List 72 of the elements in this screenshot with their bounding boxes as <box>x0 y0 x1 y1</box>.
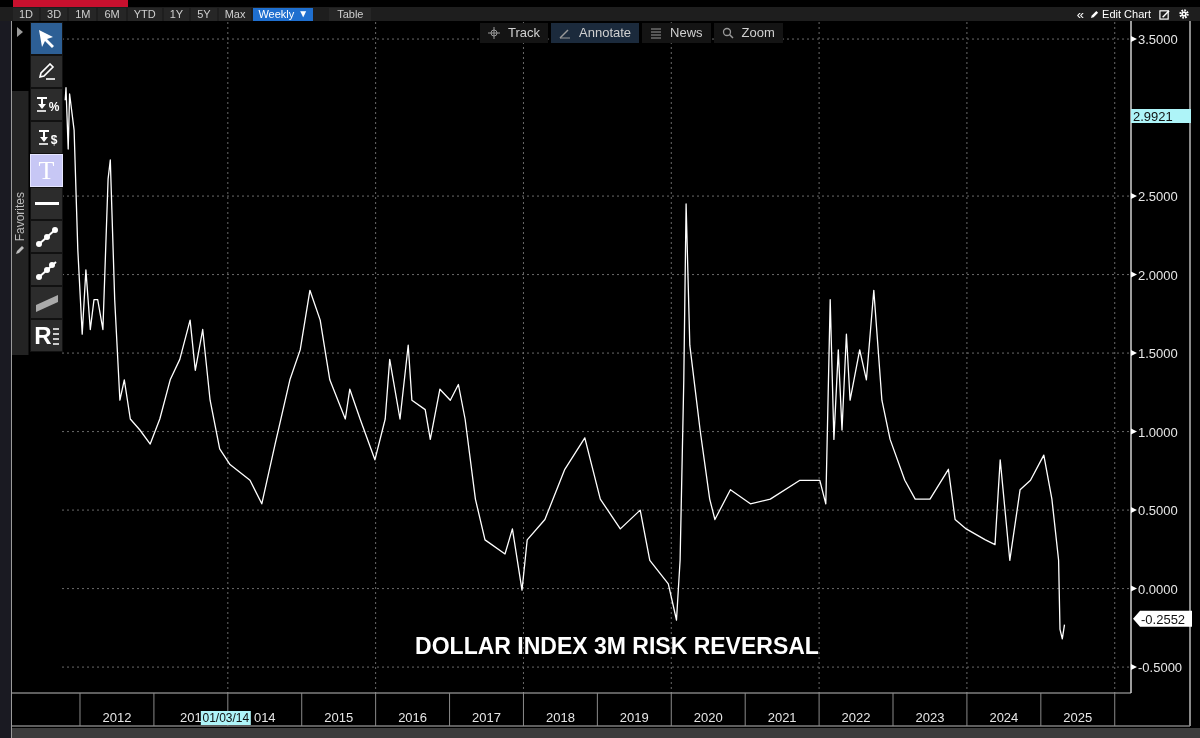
drawing-tool[interactable]: R <box>31 320 62 351</box>
range-button[interactable]: 5Y <box>191 7 217 21</box>
drawing-tool[interactable] <box>31 23 62 54</box>
pencil-icon <box>16 245 24 254</box>
pencil-icon <box>36 62 57 81</box>
drawing-tool[interactable] <box>31 56 62 87</box>
axis-label: 2018 <box>545 710 575 725</box>
tool-glyph: $ <box>50 134 58 146</box>
collapse-button[interactable]: « <box>1076 7 1085 21</box>
tool-glyph: % <box>48 101 60 113</box>
settings-icon[interactable] <box>1178 8 1190 20</box>
range-button[interactable]: 1Y <box>163 7 190 21</box>
edit-chart-button[interactable]: Edit Chart <box>1090 8 1151 20</box>
drawing-tool[interactable]: $ <box>31 122 62 153</box>
trend-line-icon <box>34 225 59 248</box>
axis-label: 2023 <box>915 710 945 725</box>
axis-label: 2019 <box>619 710 649 725</box>
range-button[interactable]: 1M <box>69 7 97 21</box>
axis-label: 201 <box>180 710 202 725</box>
horizontal-line-icon <box>34 201 59 206</box>
axis-label: 2021 <box>767 710 797 725</box>
axis-label: 2016 <box>398 710 428 725</box>
chart-edit-icon[interactable] <box>1159 8 1170 20</box>
drawing-tool[interactable] <box>31 287 62 318</box>
range-button[interactable]: YTD <box>127 7 162 21</box>
frequency-dropdown[interactable]: Weekly ▼ <box>253 7 314 21</box>
axis-label: 2020 <box>693 710 723 725</box>
mode-button[interactable]: Annotate <box>551 23 640 43</box>
axis-label: 014 <box>253 710 276 725</box>
axis-label: 2025 <box>1063 710 1093 725</box>
axis-label: 2.5000 <box>1138 189 1178 205</box>
expand-arrow-icon[interactable] <box>17 27 23 37</box>
axis-label: 2015 <box>324 710 354 725</box>
caret-icon: ▼ <box>298 9 309 19</box>
drawing-tool[interactable] <box>31 254 62 285</box>
axis-label: -0.5000 <box>1138 660 1183 676</box>
text-tool-glyph: T <box>38 157 55 184</box>
chart-title: DOLLAR INDEX 3M RISK REVERSAL <box>415 633 819 659</box>
drawing-tool[interactable]: % <box>31 89 62 120</box>
pencil-icon <box>559 27 572 39</box>
tool-glyph: R <box>34 323 52 348</box>
lines-icon <box>52 326 59 345</box>
crosshair-icon <box>488 27 500 39</box>
drawing-tool[interactable] <box>31 188 62 219</box>
range-button[interactable]: 6M <box>98 7 126 21</box>
value-tag: -0.2552 <box>1133 610 1192 627</box>
range-button[interactable]: Max <box>218 7 252 21</box>
trend-line-icon <box>34 258 59 281</box>
axis-label: 2024 <box>989 710 1019 725</box>
value-tag: 2.9921 <box>1131 109 1191 124</box>
axis-label: 2022 <box>841 710 871 725</box>
table-button[interactable]: Table <box>329 7 372 21</box>
axis-label: 0.5000 <box>1138 503 1178 519</box>
axis-label: 1.5000 <box>1138 346 1178 362</box>
favorites-tab[interactable]: Favorites <box>12 91 29 355</box>
list-icon <box>650 27 663 39</box>
axis-label: 1.0000 <box>1138 424 1178 440</box>
mode-button[interactable]: Zoom <box>713 23 783 43</box>
pencil-icon <box>1090 9 1100 19</box>
axis-label: 2.0000 <box>1138 267 1178 283</box>
range-button[interactable]: 3D <box>41 7 68 21</box>
drawing-tool[interactable] <box>31 221 62 252</box>
axis-label: 3.5000 <box>1138 32 1178 48</box>
range-button[interactable]: 1D <box>13 7 40 21</box>
date-tooltip: 01/03/14 <box>200 711 251 725</box>
axis-label: 2012 <box>102 710 132 725</box>
channel-icon <box>34 292 59 313</box>
axis-label: 2017 <box>472 710 501 725</box>
mode-button[interactable]: Track <box>480 23 549 43</box>
axis-label: 0.0000 <box>1138 581 1178 597</box>
search-icon <box>721 27 734 39</box>
mode-button[interactable]: News <box>642 23 711 43</box>
